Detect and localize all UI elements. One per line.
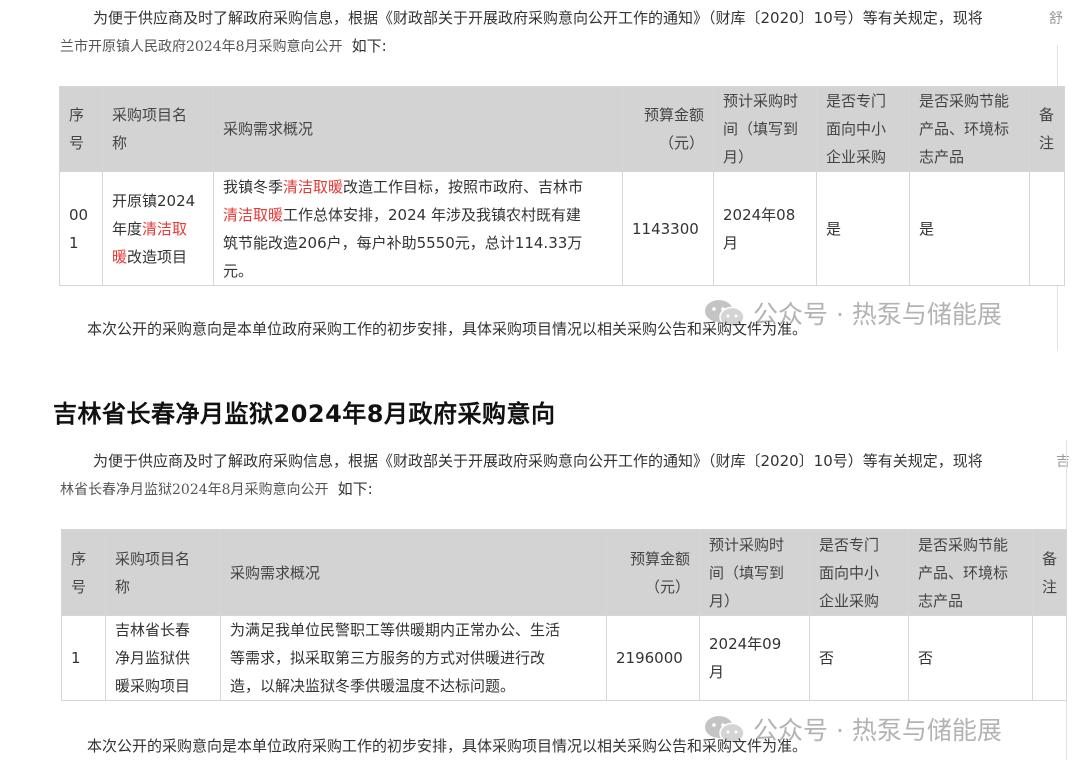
cell-budget: 1143300 bbox=[622, 171, 714, 286]
cell-project-name: 吉林省长春 净月监狱供 暖采购项目 bbox=[105, 615, 221, 701]
header-description: 采购需求概况 bbox=[213, 86, 623, 172]
table-row: 1 吉林省长春 净月监狱供 暖采购项目 为满足我单位民警职工等供暖期内正常办公、生活… bbox=[61, 615, 1067, 701]
header-seq: 序号 bbox=[59, 86, 103, 172]
header-time: 预计采购时 间（填写到 月） bbox=[713, 86, 817, 172]
header-energy: 是否采购节能 产品、环境标 志产品 bbox=[908, 529, 1033, 616]
highlight-text: 清洁取暖 bbox=[283, 177, 344, 196]
header-seq: 序号 bbox=[61, 529, 106, 616]
header-energy: 是否采购节能 产品、环境标 志产品 bbox=[909, 86, 1030, 172]
procurement-table-1: 序号 采购项目名称 采购需求概况 预算金额 （元） 预计采购时 间（填写到 月） 是否… bbox=[59, 86, 1065, 286]
header-project-name: 采购项目名称 bbox=[102, 86, 214, 172]
clipped-char-2: 吉 bbox=[1056, 454, 1070, 470]
table-row: 00 1 开原镇2024 年度清洁取 暖改造项目 我镇冬季清洁取暖改造工作目标，按照市… bbox=[59, 171, 1065, 286]
highlight-text: 清洁取暖 bbox=[223, 205, 284, 224]
table-header-row: 序号 采购项目名称 采购需求概况 预算金额 （元） 预计采购时 间（填写到 月） 是否… bbox=[59, 86, 1065, 172]
cell-time: 2024年08 月 bbox=[713, 171, 817, 286]
intro-name: 林省长春净月监狱2024年8月采购意向公开 bbox=[60, 482, 329, 498]
highlight-text: 暖 bbox=[112, 247, 128, 266]
cell-remark bbox=[1032, 615, 1067, 701]
intro-name: 兰市开原镇人民政府2024年8月采购意向公开 bbox=[60, 39, 343, 55]
cell-energy: 是 bbox=[909, 171, 1030, 286]
clipped-char-1: 舒 bbox=[1049, 11, 1063, 27]
cell-time: 2024年09 月 bbox=[699, 615, 810, 701]
header-remark: 备注 bbox=[1029, 86, 1065, 172]
intro-suffix: 如下: bbox=[351, 37, 387, 55]
header-budget: 预算金额 （元） bbox=[606, 529, 700, 616]
cell-remark bbox=[1029, 171, 1065, 286]
header-time: 预计采购时 间（填写到 月） bbox=[699, 529, 810, 616]
intro-text-1: 为便于供应商及时了解政府采购信息，根据《财政部关于开展政府采购意向公开工作的通知… bbox=[93, 9, 983, 27]
disclaimer-note-1: 本次公开的采购意向是本单位政府采购工作的初步安排，具体采购项目情况以相关采购公告… bbox=[87, 320, 808, 338]
intro-text-2-line2: 林省长春净月监狱2024年8月采购意向公开 如下: bbox=[60, 478, 373, 499]
cell-budget: 2196000 bbox=[606, 615, 700, 701]
cell-description: 为满足我单位民警职工等供暖期内正常办公、生活 等需求，拟采取第三方服务的方式对供暖… bbox=[220, 615, 607, 701]
cell-description: 我镇冬季清洁取暖改造工作目标，按照市政府、吉林市 清洁取暖工作总体安排，2024 … bbox=[213, 171, 623, 286]
header-budget: 预算金额 （元） bbox=[622, 86, 714, 172]
disclaimer-note-2: 本次公开的采购意向是本单位政府采购工作的初步安排，具体采购项目情况以相关采购公告… bbox=[87, 737, 808, 755]
section-heading: 吉林省长春净月监狱2024年8月政府采购意向 bbox=[53, 400, 556, 428]
intro-text-1-line2: 兰市开原镇人民政府2024年8月采购意向公开 如下: bbox=[60, 35, 387, 56]
highlight-text: 清洁取 bbox=[142, 219, 188, 238]
header-project-name: 采购项目名称 bbox=[105, 529, 221, 616]
cell-sme: 是 bbox=[816, 171, 910, 286]
cell-seq: 1 bbox=[61, 615, 106, 701]
intro-text-2: 为便于供应商及时了解政府采购信息，根据《财政部关于开展政府采购意向公开工作的通知… bbox=[93, 452, 983, 470]
table-header-row: 序号 采购项目名称 采购需求概况 预算金额 （元） 预计采购时 间（填写到 月） 是否… bbox=[61, 529, 1067, 616]
cell-project-name: 开原镇2024 年度清洁取 暖改造项目 bbox=[102, 171, 214, 286]
header-description: 采购需求概况 bbox=[220, 529, 607, 616]
header-remark: 备注 bbox=[1032, 529, 1067, 616]
cell-energy: 否 bbox=[908, 615, 1033, 701]
cell-seq: 00 1 bbox=[59, 171, 103, 286]
header-sme: 是否专门 面向中小 企业采购 bbox=[816, 86, 910, 172]
procurement-table-2: 序号 采购项目名称 采购需求概况 预算金额 （元） 预计采购时 间（填写到 月） 是否… bbox=[61, 529, 1067, 701]
intro-suffix: 如下: bbox=[337, 480, 373, 498]
cell-sme: 否 bbox=[809, 615, 909, 701]
header-sme: 是否专门 面向中小 企业采购 bbox=[809, 529, 909, 616]
